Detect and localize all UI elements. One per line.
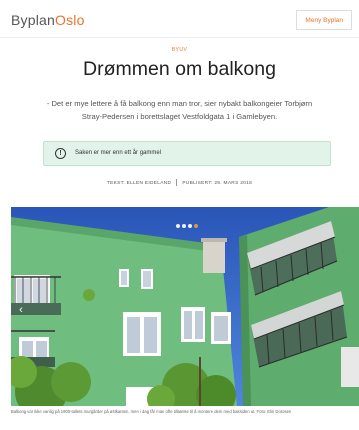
notice-text: Saken er mer enn ett år gammel bbox=[75, 150, 162, 156]
article-category[interactable]: BYUV bbox=[0, 47, 359, 53]
article-title: Drømmen om balkong bbox=[83, 58, 276, 80]
exclamation-icon: ! bbox=[55, 148, 66, 159]
menu-button[interactable]: Meny Byplan bbox=[296, 10, 352, 30]
gallery-pagination bbox=[175, 215, 199, 228]
age-notice: ! Saken er mer enn ett år gammel bbox=[43, 141, 331, 166]
gallery-dot[interactable] bbox=[176, 224, 180, 228]
byline-author: TEKST: ELLEN EIDELAND bbox=[106, 180, 172, 186]
gallery-dot[interactable] bbox=[182, 224, 186, 228]
byline-separator bbox=[176, 179, 178, 186]
site-header: ByplanOslo Meny Byplan bbox=[0, 0, 359, 38]
byline-published: PUBLISERT: 29. MARS 2018 bbox=[182, 180, 253, 186]
logo-text-oslo: Oslo bbox=[55, 12, 85, 28]
site-logo[interactable]: ByplanOslo bbox=[11, 12, 85, 28]
article-image-gallery[interactable]: ‹ bbox=[11, 207, 359, 406]
logo-text-byplan: Byplan bbox=[11, 12, 56, 28]
article-lead: - Det er mye lettere å få balkong enn ma… bbox=[46, 99, 313, 121]
gallery-dot[interactable] bbox=[188, 224, 192, 228]
image-caption: Balkong var ikke vanlig på 1900-tallets … bbox=[11, 409, 292, 414]
gallery-prev-button[interactable]: ‹ bbox=[13, 301, 29, 319]
chimney bbox=[203, 240, 225, 273]
building-photo bbox=[11, 207, 359, 406]
gallery-dot[interactable] bbox=[194, 224, 198, 228]
byline: TEKST: ELLEN EIDELAND PUBLISERT: 29. MARS… bbox=[0, 179, 359, 186]
